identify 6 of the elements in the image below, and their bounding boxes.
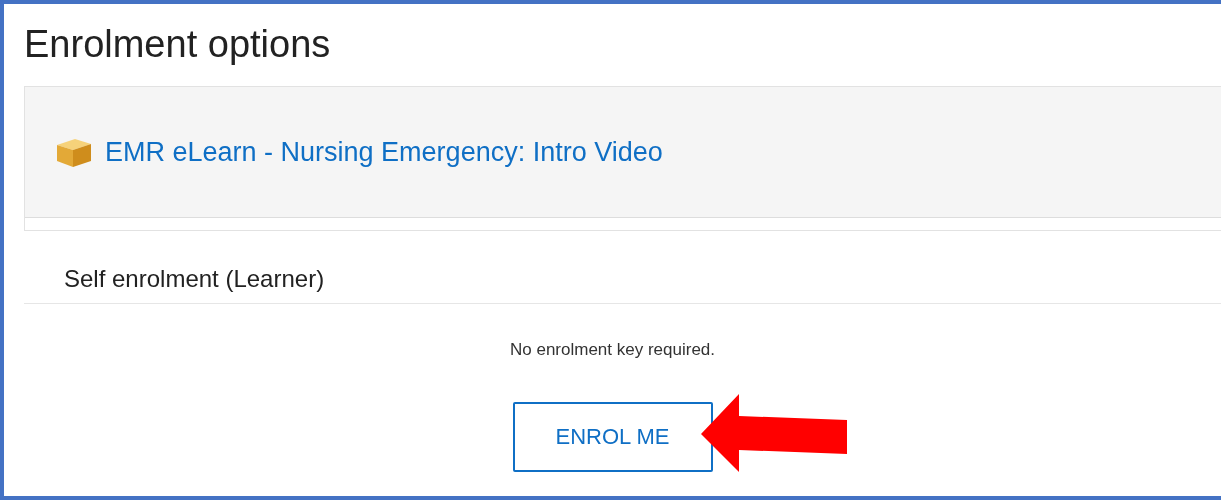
enrolment-message: No enrolment key required. xyxy=(509,340,715,360)
arrow-icon xyxy=(700,394,849,472)
section-heading: Self enrolment (Learner) xyxy=(64,265,325,292)
enrol-button[interactable]: ENROL ME xyxy=(512,402,713,472)
course-link[interactable]: EMR eLearn - Nursing Emergency: Intro Video xyxy=(105,136,663,168)
page-title: Enrolment options xyxy=(23,22,332,66)
